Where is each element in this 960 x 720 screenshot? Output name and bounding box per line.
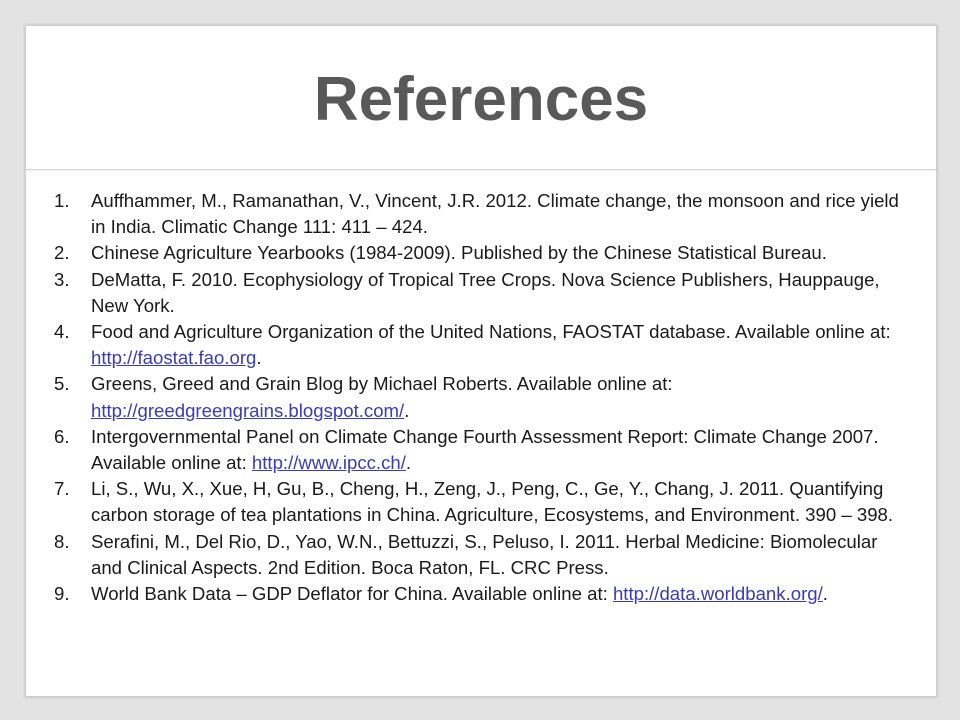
worldbank-link[interactable]: http://data.worldbank.org/ bbox=[613, 583, 823, 604]
reference-text: Chinese Agriculture Yearbooks (1984-2009… bbox=[91, 242, 827, 264]
reference-number: 7. bbox=[54, 478, 70, 500]
reference-suffix: . bbox=[256, 347, 262, 369]
reference-item: 5. Greens, Greed and Grain Blog by Michae… bbox=[54, 371, 899, 423]
reference-number: 9. bbox=[54, 583, 70, 605]
reference-number: 1. bbox=[54, 190, 70, 211]
reference-text: Auffhammer, M., Ramanathan, V., Vincent,… bbox=[91, 190, 899, 238]
ipcc-link[interactable]: http://www.ipcc.ch/ bbox=[252, 452, 406, 473]
reference-number: 5. bbox=[54, 373, 70, 395]
reference-item: 2. Chinese Agriculture Yearbooks (1984-20… bbox=[54, 240, 899, 266]
blog-link[interactable]: http://greedgreengrains.blogspot.com/ bbox=[91, 400, 404, 421]
reference-text: Li, S., Wu, X., Xue, H, Gu, B., Cheng, H… bbox=[91, 478, 894, 526]
reference-number: 4. bbox=[54, 321, 70, 343]
reference-item: 6. Intergovernmental Panel on Climate Cha… bbox=[54, 424, 899, 476]
reference-item: 4. Food and Agriculture Organization of t… bbox=[54, 319, 899, 371]
reference-text: Serafini, M., Del Rio, D., Yao, W.N., Be… bbox=[91, 530, 878, 578]
reference-item: 3. DeMatta, F. 2010. Ecophysiology of Tro… bbox=[54, 267, 899, 319]
reference-item: 1. Auffhammer, M., Ramanathan, V., Vincen… bbox=[54, 188, 899, 240]
reference-number: 3. bbox=[54, 268, 70, 290]
reference-suffix: . bbox=[404, 399, 410, 421]
title-area: References bbox=[26, 26, 936, 170]
reference-number: 2. bbox=[54, 242, 70, 264]
reference-text: World Bank Data – GDP Deflator for China… bbox=[91, 583, 613, 605]
reference-suffix: . bbox=[822, 583, 828, 605]
reference-item: 8. Serafini, M., Del Rio, D., Yao, W.N., … bbox=[54, 529, 899, 581]
reference-text: DeMatta, F. 2010. Ecophysiology of Tropi… bbox=[91, 268, 880, 316]
reference-text: Food and Agriculture Organization of the… bbox=[91, 321, 891, 343]
faostat-link[interactable]: http://faostat.fao.org bbox=[91, 347, 256, 368]
reference-item: 9. World Bank Data – GDP Deflator for Chi… bbox=[54, 581, 899, 607]
reference-text: Greens, Greed and Grain Blog by Michael … bbox=[91, 373, 673, 395]
slide-title: References bbox=[313, 65, 649, 134]
reference-text: Intergovernmental Panel on Climate Chang… bbox=[91, 425, 879, 474]
reference-suffix: . bbox=[405, 452, 412, 474]
slide: References 1. Auffhammer, M., Ramanathan,… bbox=[25, 25, 937, 697]
reference-list: 1. Auffhammer, M., Ramanathan, V., Vincen… bbox=[54, 188, 899, 607]
reference-number: 6. bbox=[54, 425, 70, 447]
reference-number: 8. bbox=[54, 530, 70, 552]
reference-item: 7. Li, S., Wu, X., Xue, H, Gu, B., Cheng,… bbox=[54, 476, 899, 528]
